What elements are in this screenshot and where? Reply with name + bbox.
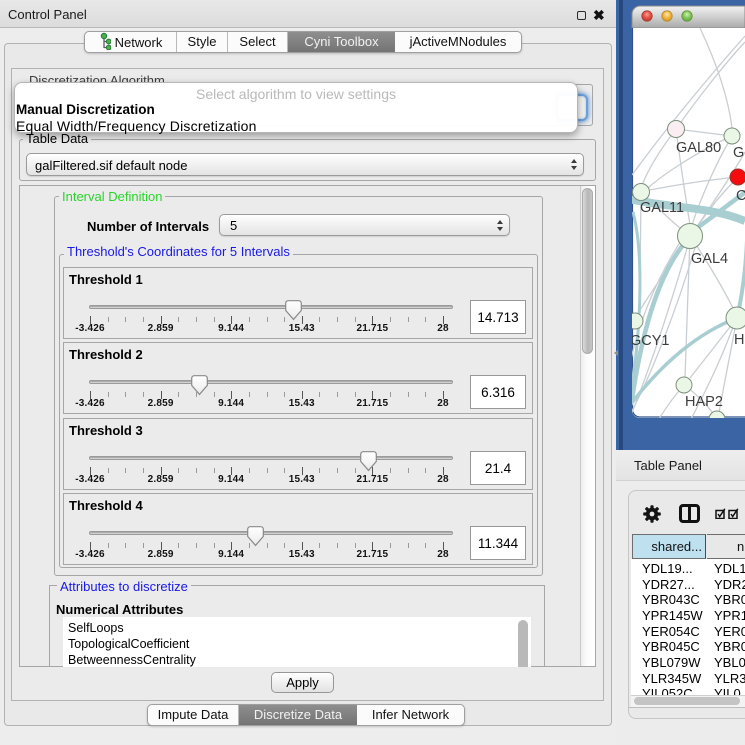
svg-text:G: G [733, 145, 744, 161]
svg-text:GAL4: GAL4 [691, 251, 728, 267]
svg-text:GAL80: GAL80 [676, 140, 721, 156]
svg-text:GAL11: GAL11 [640, 200, 684, 216]
svg-text:H: H [734, 332, 744, 348]
svg-text:C: C [736, 188, 745, 204]
svg-text:GCY1: GCY1 [630, 333, 670, 349]
svg-text:HAP2: HAP2 [685, 394, 723, 410]
